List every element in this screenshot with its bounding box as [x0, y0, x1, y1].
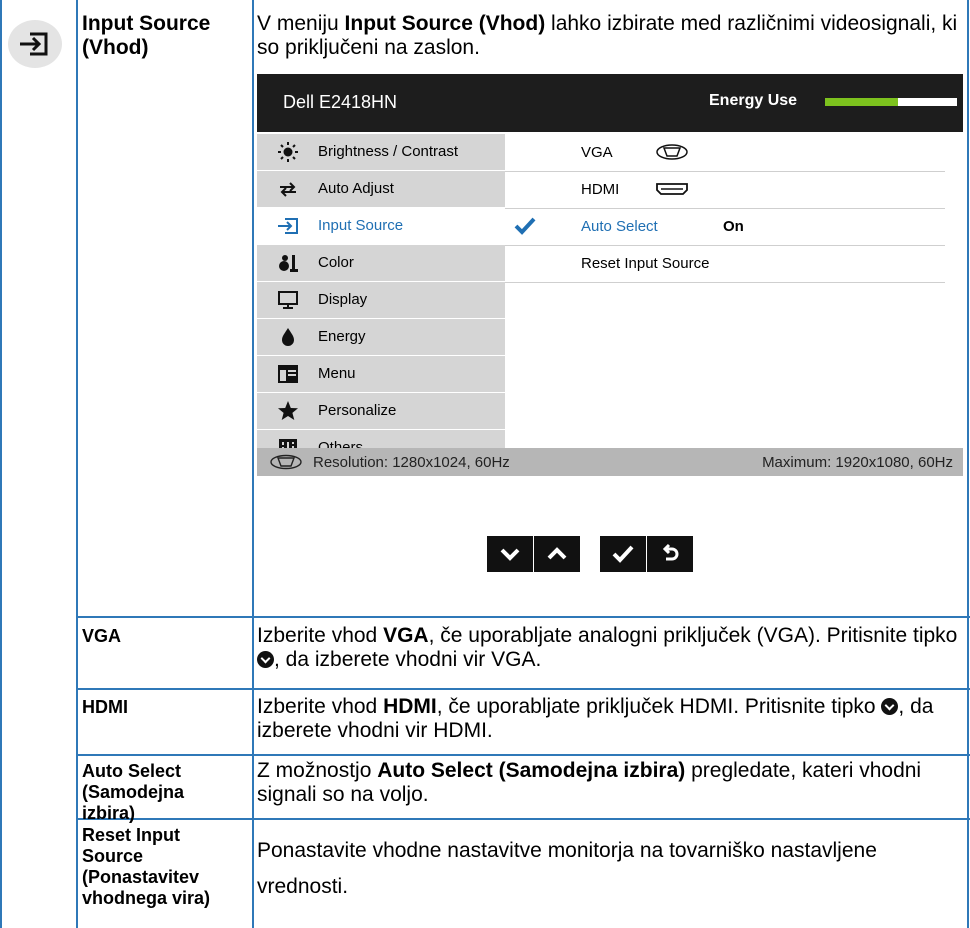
- intro-text: V meniju: [257, 12, 345, 35]
- menu-item-label: Display: [318, 291, 368, 308]
- term-line: vhodnega vira): [82, 888, 211, 908]
- energy-use-label: Energy Use: [709, 92, 798, 109]
- color-icon: [279, 255, 298, 272]
- down-button-icon: [257, 651, 274, 668]
- osd-header: Dell E2418HN Energy Use: [257, 74, 963, 132]
- desc-text: Izberite vhod: [257, 624, 384, 647]
- submenu-item-vga[interactable]: VGA: [505, 134, 945, 172]
- menu-item-label: Color: [318, 254, 354, 271]
- term-line: Source: [82, 846, 144, 866]
- check-icon: [514, 217, 536, 235]
- submenu-item-reset-input-source[interactable]: Reset Input Source: [505, 245, 945, 283]
- desc-bold: VGA: [383, 624, 429, 647]
- energy-use-bar: [825, 98, 957, 106]
- desc-bold: Auto Select (Samodejna izbira): [377, 759, 686, 782]
- row-desc-auto-select: Z možnostjo Auto Select (Samodejna izbir…: [257, 759, 962, 807]
- osd-footer: Resolution: 1280x1024, 60Hz Maximum: 192…: [257, 448, 963, 476]
- row-term-reset-input-source: Reset Input Source (Ponastavitev vhodneg…: [82, 825, 252, 909]
- term-line: (Samodejna: [82, 782, 185, 802]
- row-desc-vga: Izberite vhod VGA, če uporabljate analog…: [257, 624, 962, 672]
- term-line: izbira): [82, 803, 136, 823]
- ok-button[interactable]: [600, 536, 646, 572]
- up-button[interactable]: [534, 536, 580, 572]
- intro-bold: Input Source (Vhod): [344, 12, 546, 35]
- section-intro: V meniju Input Source (Vhod) lahko izbir…: [257, 12, 962, 60]
- desc-text: , če uporabljate priključek HDMI. Pritis…: [436, 695, 882, 718]
- menu-item-personalize[interactable]: Personalize: [257, 393, 505, 429]
- desc-text: , da izberete vhodni vir VGA.: [274, 648, 542, 671]
- chevron-up-icon: [547, 547, 567, 560]
- submenu-item-label: VGA: [581, 144, 613, 161]
- term-line: (Vhod): [82, 36, 149, 59]
- menu-item-label: Menu: [318, 365, 356, 382]
- down-button-icon: [881, 698, 899, 715]
- chevron-down-icon: [500, 548, 520, 561]
- submenu-item-value: On: [723, 218, 744, 235]
- menu-item-brightness-contrast[interactable]: Brightness / Contrast: [257, 134, 505, 170]
- row-desc-hdmi: Izberite vhod HDMI, če uporabljate prikl…: [257, 695, 962, 743]
- submenu-item-auto-select[interactable]: Auto Select On: [505, 208, 945, 246]
- back-button[interactable]: [647, 536, 693, 572]
- menu-item-auto-adjust[interactable]: Auto Adjust: [257, 171, 505, 207]
- table-border-col2: [252, 0, 254, 928]
- section-term: Input Source (Vhod): [82, 12, 252, 60]
- maximum-resolution: Maximum: 1920x1080, 60Hz: [762, 454, 953, 471]
- menu-item-label: Personalize: [318, 402, 397, 419]
- menu-icon: [278, 365, 298, 383]
- display-icon: [278, 291, 298, 309]
- row-divider-3: [78, 754, 970, 756]
- table-border-col1: [76, 0, 78, 928]
- menu-item-color[interactable]: Color: [257, 245, 505, 281]
- row-term-hdmi: HDMI: [82, 697, 128, 717]
- row-desc-reset-input-source: Ponastavite vhodne nastavitve monitorja …: [257, 839, 877, 898]
- check-icon: [612, 545, 634, 563]
- menu-item-label: Auto Adjust: [318, 180, 394, 197]
- vga-connector-icon: [656, 144, 688, 160]
- desc-text: , če uporabljate analogni priključek (VG…: [428, 624, 958, 647]
- row-divider-2: [78, 688, 970, 690]
- menu-item-label: Brightness / Contrast: [318, 143, 459, 160]
- term-line: (Ponastavitev: [82, 867, 200, 887]
- submenu-item-hdmi[interactable]: HDMI: [505, 171, 945, 209]
- current-resolution: Resolution: 1280x1024, 60Hz: [313, 454, 510, 471]
- energy-icon: [282, 328, 294, 346]
- osd-main-menu: Brightness / Contrast Auto Adjust Input …: [257, 132, 505, 466]
- submenu-item-label: Reset Input Source: [581, 255, 710, 272]
- input-source-icon: [278, 218, 298, 234]
- submenu-item-label: Auto Select: [581, 218, 658, 235]
- input-source-icon: [8, 20, 62, 68]
- menu-item-display[interactable]: Display: [257, 282, 505, 318]
- table-border-left: [0, 0, 2, 928]
- desc-text: Z možnostjo: [257, 759, 378, 782]
- row-divider-1: [78, 616, 970, 618]
- auto-adjust-icon: [280, 182, 296, 197]
- menu-item-menu[interactable]: Menu: [257, 356, 505, 392]
- hdmi-connector-icon: [656, 183, 688, 195]
- row-term-vga: VGA: [82, 626, 122, 646]
- osd-title: Dell E2418HN: [283, 92, 398, 112]
- osd-submenu: VGA HDMI Auto Select On Reset Input Sour…: [505, 132, 963, 448]
- term-line: Auto Select: [82, 761, 182, 781]
- vga-connector-icon: [270, 454, 302, 470]
- table-border-right: [967, 0, 969, 928]
- energy-use-fill: [825, 98, 898, 106]
- term-line: Input Source: [82, 12, 211, 35]
- back-icon: [662, 543, 679, 561]
- term-line: Reset Input: [82, 825, 181, 845]
- brightness-icon: [278, 142, 298, 162]
- desc-text: Izberite vhod: [257, 695, 384, 718]
- menu-item-input-source[interactable]: Input Source: [257, 208, 505, 244]
- menu-item-label: Input Source: [318, 217, 404, 234]
- osd-window: Dell E2418HN Energy Use Brightness / Con…: [257, 74, 963, 476]
- desc-bold: HDMI: [383, 695, 437, 718]
- star-icon: [278, 401, 298, 420]
- menu-item-energy[interactable]: Energy: [257, 319, 505, 355]
- menu-item-label: Energy: [318, 328, 366, 345]
- row-term-auto-select: Auto Select (Samodejna izbira): [82, 761, 252, 824]
- down-button[interactable]: [487, 536, 533, 572]
- submenu-item-label: HDMI: [581, 181, 620, 198]
